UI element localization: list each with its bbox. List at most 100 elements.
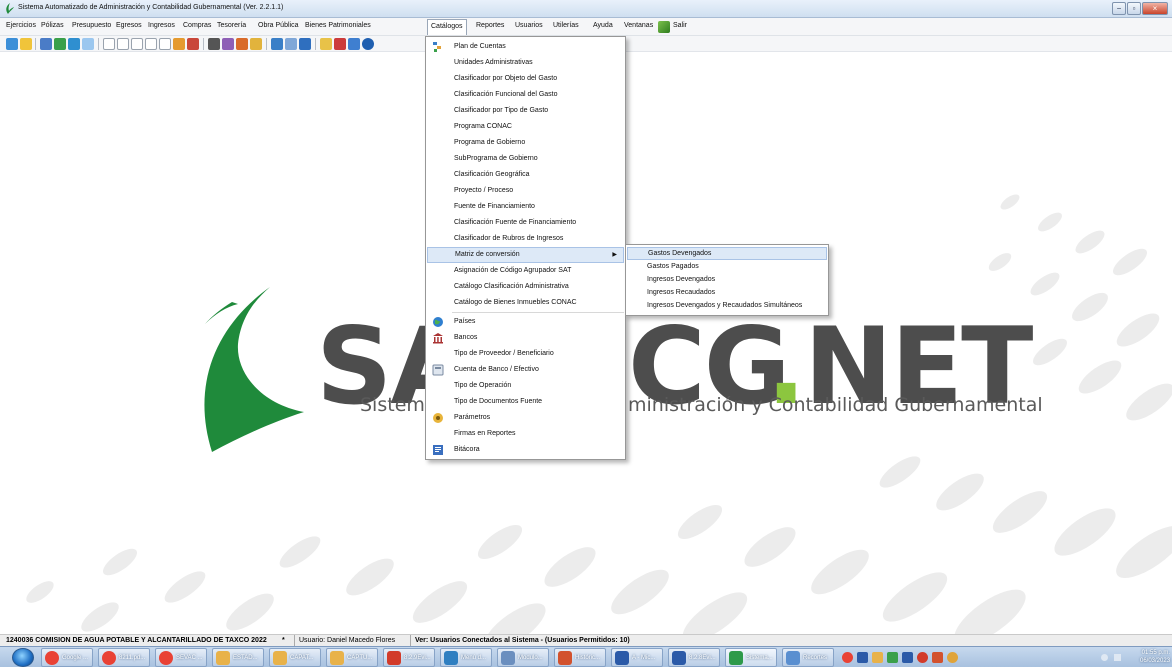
network-icon[interactable] — [1101, 654, 1108, 661]
menu-item-clasificacion-geografica[interactable]: Clasificación Geográfica — [427, 167, 624, 183]
tool-icon[interactable] — [145, 38, 157, 50]
tool-icon[interactable] — [173, 38, 185, 50]
menu-item-subprograma-gobierno[interactable]: SubPrograma de Gobierno — [427, 151, 624, 167]
menu-item-parametros[interactable]: Parámetros — [427, 410, 624, 426]
menu-item-clasificador-objeto-gasto[interactable]: Clasificador por Objeto del Gasto — [427, 71, 624, 87]
menu-item-cuenta-banco[interactable]: Cuenta de Banco / Efectivo — [427, 362, 624, 378]
volume-icon[interactable] — [1114, 654, 1121, 661]
menu-catalogos[interactable]: Catálogos — [427, 19, 467, 35]
menu-ingresos[interactable]: Ingresos — [148, 22, 175, 29]
start-button[interactable] — [12, 648, 34, 667]
tool-icon[interactable] — [208, 38, 220, 50]
taskbar-button[interactable]: 8.2.8Evi... — [668, 648, 720, 667]
menu-item-programa-conac[interactable]: Programa CONAC — [427, 119, 624, 135]
menu-item-clasificacion-funcional[interactable]: Clasificación Funcional del Gasto — [427, 87, 624, 103]
taskbar-button[interactable]: Google ... — [41, 648, 93, 667]
word-icon[interactable] — [902, 652, 913, 663]
exit-icon[interactable] — [658, 21, 670, 33]
tool-icon[interactable] — [299, 38, 311, 50]
menu-bienes-patrimoniales[interactable]: Bienes Patrimoniales — [305, 22, 371, 29]
tool-icon[interactable] — [320, 38, 332, 50]
chrome-icon[interactable] — [842, 652, 853, 663]
taskbar-button[interactable]: 8211.pd... — [98, 648, 150, 667]
tool-icon[interactable] — [348, 38, 360, 50]
submenu-item-gastos-pagados[interactable]: Gastos Pagados — [627, 260, 827, 273]
tool-icon[interactable] — [285, 38, 297, 50]
submenu-item-ingresos-devengados[interactable]: Ingresos Devengados — [627, 273, 827, 286]
menu-item-programa-gobierno[interactable]: Programa de Gobierno — [427, 135, 624, 151]
tool-icon[interactable] — [117, 38, 129, 50]
menu-tesoreria[interactable]: Tesorería — [217, 22, 246, 29]
menu-salir[interactable]: Salir — [673, 22, 687, 29]
app-icon[interactable] — [947, 652, 958, 663]
menu-item-tipo-documentos-fuente[interactable]: Tipo de Documentos Fuente — [427, 394, 624, 410]
taskbar-button[interactable]: Menú d... — [440, 648, 492, 667]
menu-item-firmas-reportes[interactable]: Firmas en Reportes — [427, 426, 624, 442]
menu-ventanas[interactable]: Ventanas — [624, 22, 653, 29]
taskbar-button[interactable]: ESTAD... — [212, 648, 264, 667]
minimize-button[interactable]: − — [1112, 2, 1126, 15]
menu-item-clasificador-tipo-gasto[interactable]: Clasificador por Tipo de Gasto — [427, 103, 624, 119]
tool-icon[interactable] — [40, 38, 52, 50]
tool-icon[interactable] — [82, 38, 94, 50]
menu-item-catalogo-clasificacion-administrativa[interactable]: Catálogo Clasificación Administrativa — [427, 279, 624, 295]
taskbar-button[interactable]: Modulo... — [497, 648, 549, 667]
refresh-icon[interactable] — [6, 38, 18, 50]
menu-item-bitacora[interactable]: Bitácora — [427, 442, 624, 458]
menu-usuarios[interactable]: Usuarios — [515, 22, 543, 29]
menu-item-bienes-inmuebles-conac[interactable]: Catálogo de Bienes Inmuebles CONAC — [427, 295, 624, 311]
menu-ayuda[interactable]: Ayuda — [593, 22, 613, 29]
menu-utilerias[interactable]: Utilerías — [553, 22, 579, 29]
status-connected-users[interactable]: Ver: Usuarios Conectados al Sistema - (U… — [410, 635, 630, 646]
menu-ejercicios[interactable]: Ejercicios — [6, 22, 36, 29]
taskbar-button[interactable]: Recortes — [782, 648, 834, 667]
menu-item-proyecto-proceso[interactable]: Proyecto / Proceso — [427, 183, 624, 199]
taskbar-clock[interactable]: 01:55 p.m. 06/03/2023 — [1140, 649, 1170, 665]
menu-compras[interactable]: Compras — [183, 22, 211, 29]
taskbar-button[interactable]: A - Mic... — [611, 648, 663, 667]
submenu-item-ingresos-recaudados[interactable]: Ingresos Recaudados — [627, 286, 827, 299]
menu-polizas[interactable]: Pólizas — [41, 22, 64, 29]
tool-icon[interactable] — [250, 38, 262, 50]
close-button[interactable]: × — [1142, 2, 1168, 15]
app-icon[interactable] — [857, 652, 868, 663]
menu-obra-publica[interactable]: Obra Pública — [258, 22, 298, 29]
app-icon[interactable] — [917, 652, 928, 663]
menu-item-plan-de-cuentas[interactable]: Plan de Cuentas — [427, 39, 624, 55]
folder-icon[interactable] — [872, 652, 883, 663]
taskbar-button[interactable]: CAPTU... — [326, 648, 378, 667]
tool-icon[interactable] — [187, 38, 199, 50]
submenu-item-devengados-recaudados-simultaneos[interactable]: Ingresos Devengados y Recaudados Simultá… — [627, 299, 827, 312]
tool-icon[interactable] — [334, 38, 346, 50]
tool-icon[interactable] — [103, 38, 115, 50]
taskbar-button[interactable]: SEVAC ... — [155, 648, 207, 667]
taskbar-button[interactable]: CAPAT... — [269, 648, 321, 667]
menu-reportes[interactable]: Reportes — [476, 22, 504, 29]
excel-icon[interactable] — [887, 652, 898, 663]
taskbar-button-active[interactable]: Sistema... — [725, 648, 777, 667]
menu-item-tipo-operacion[interactable]: Tipo de Operación — [427, 378, 624, 394]
tool-icon[interactable] — [271, 38, 283, 50]
menu-item-codigo-agrupador-sat[interactable]: Asignación de Código Agrupador SAT — [427, 263, 624, 279]
maximize-button[interactable]: ▫ — [1127, 2, 1141, 15]
menu-item-clasificacion-fuente-financiamiento[interactable]: Clasificación Fuente de Financiamiento — [427, 215, 624, 231]
tool-icon[interactable] — [54, 38, 66, 50]
taskbar-button[interactable]: Históric... — [554, 648, 606, 667]
submenu-item-gastos-devengados[interactable]: Gastos Devengados — [627, 247, 827, 260]
taskbar-button[interactable]: 8.2.9Evi... — [383, 648, 435, 667]
menu-item-tipo-proveedor[interactable]: Tipo de Proveedor / Beneficiario — [427, 346, 624, 362]
tool-icon[interactable] — [222, 38, 234, 50]
menu-item-paises[interactable]: Países — [427, 314, 624, 330]
tool-icon[interactable] — [159, 38, 171, 50]
tool-icon[interactable] — [68, 38, 80, 50]
menu-presupuesto[interactable]: Presupuesto — [72, 22, 111, 29]
tool-icon[interactable] — [20, 38, 32, 50]
menu-item-matriz-conversion[interactable]: Matriz de conversión ▶ — [427, 247, 624, 263]
menu-item-fuente-financiamiento[interactable]: Fuente de Financiamiento — [427, 199, 624, 215]
menu-item-unidades-administrativas[interactable]: Unidades Administrativas — [427, 55, 624, 71]
help-icon[interactable] — [362, 38, 374, 50]
tool-icon[interactable] — [131, 38, 143, 50]
menu-item-bancos[interactable]: Bancos — [427, 330, 624, 346]
menu-item-clasificador-rubros-ingresos[interactable]: Clasificador de Rubros de Ingresos — [427, 231, 624, 247]
menu-egresos[interactable]: Egresos — [116, 22, 142, 29]
